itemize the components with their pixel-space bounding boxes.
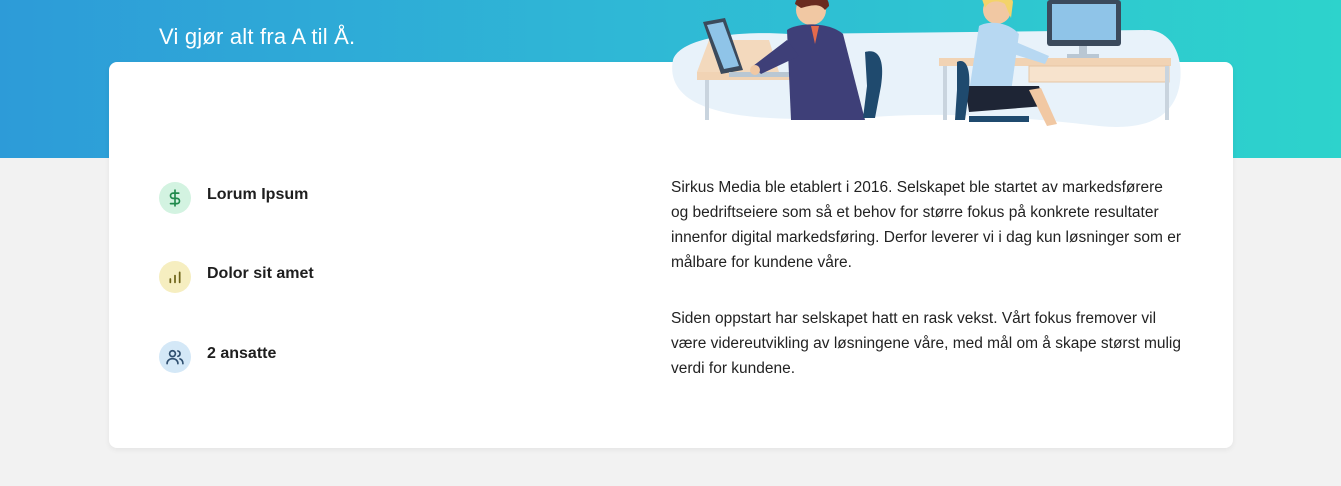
- about-paragraph-1: Sirkus Media ble etablert i 2016. Selska…: [671, 179, 1181, 271]
- feature-item-ansatte: 2 ansatte: [159, 341, 276, 373]
- feature-label: 2 ansatte: [207, 345, 277, 362]
- about-text: Sirkus Media ble etablert i 2016. Selska…: [671, 175, 1181, 412]
- dollar-icon: [159, 182, 191, 214]
- bar-chart-icon: [159, 261, 191, 293]
- users-icon: [159, 341, 191, 373]
- feature-item-lorum-ipsum: Lorum Ipsum: [159, 182, 308, 214]
- office-illustration: [672, 0, 1181, 127]
- about-paragraph-2: Siden oppstart har selskapet hatt en ras…: [671, 310, 1181, 377]
- feature-label: Lorum Ipsum: [207, 186, 309, 203]
- hero-title: Vi gjør alt fra A til Å.: [159, 24, 356, 49]
- feature-label: Dolor sit amet: [207, 265, 314, 282]
- feature-item-dolor-sit-amet: Dolor sit amet: [159, 261, 314, 293]
